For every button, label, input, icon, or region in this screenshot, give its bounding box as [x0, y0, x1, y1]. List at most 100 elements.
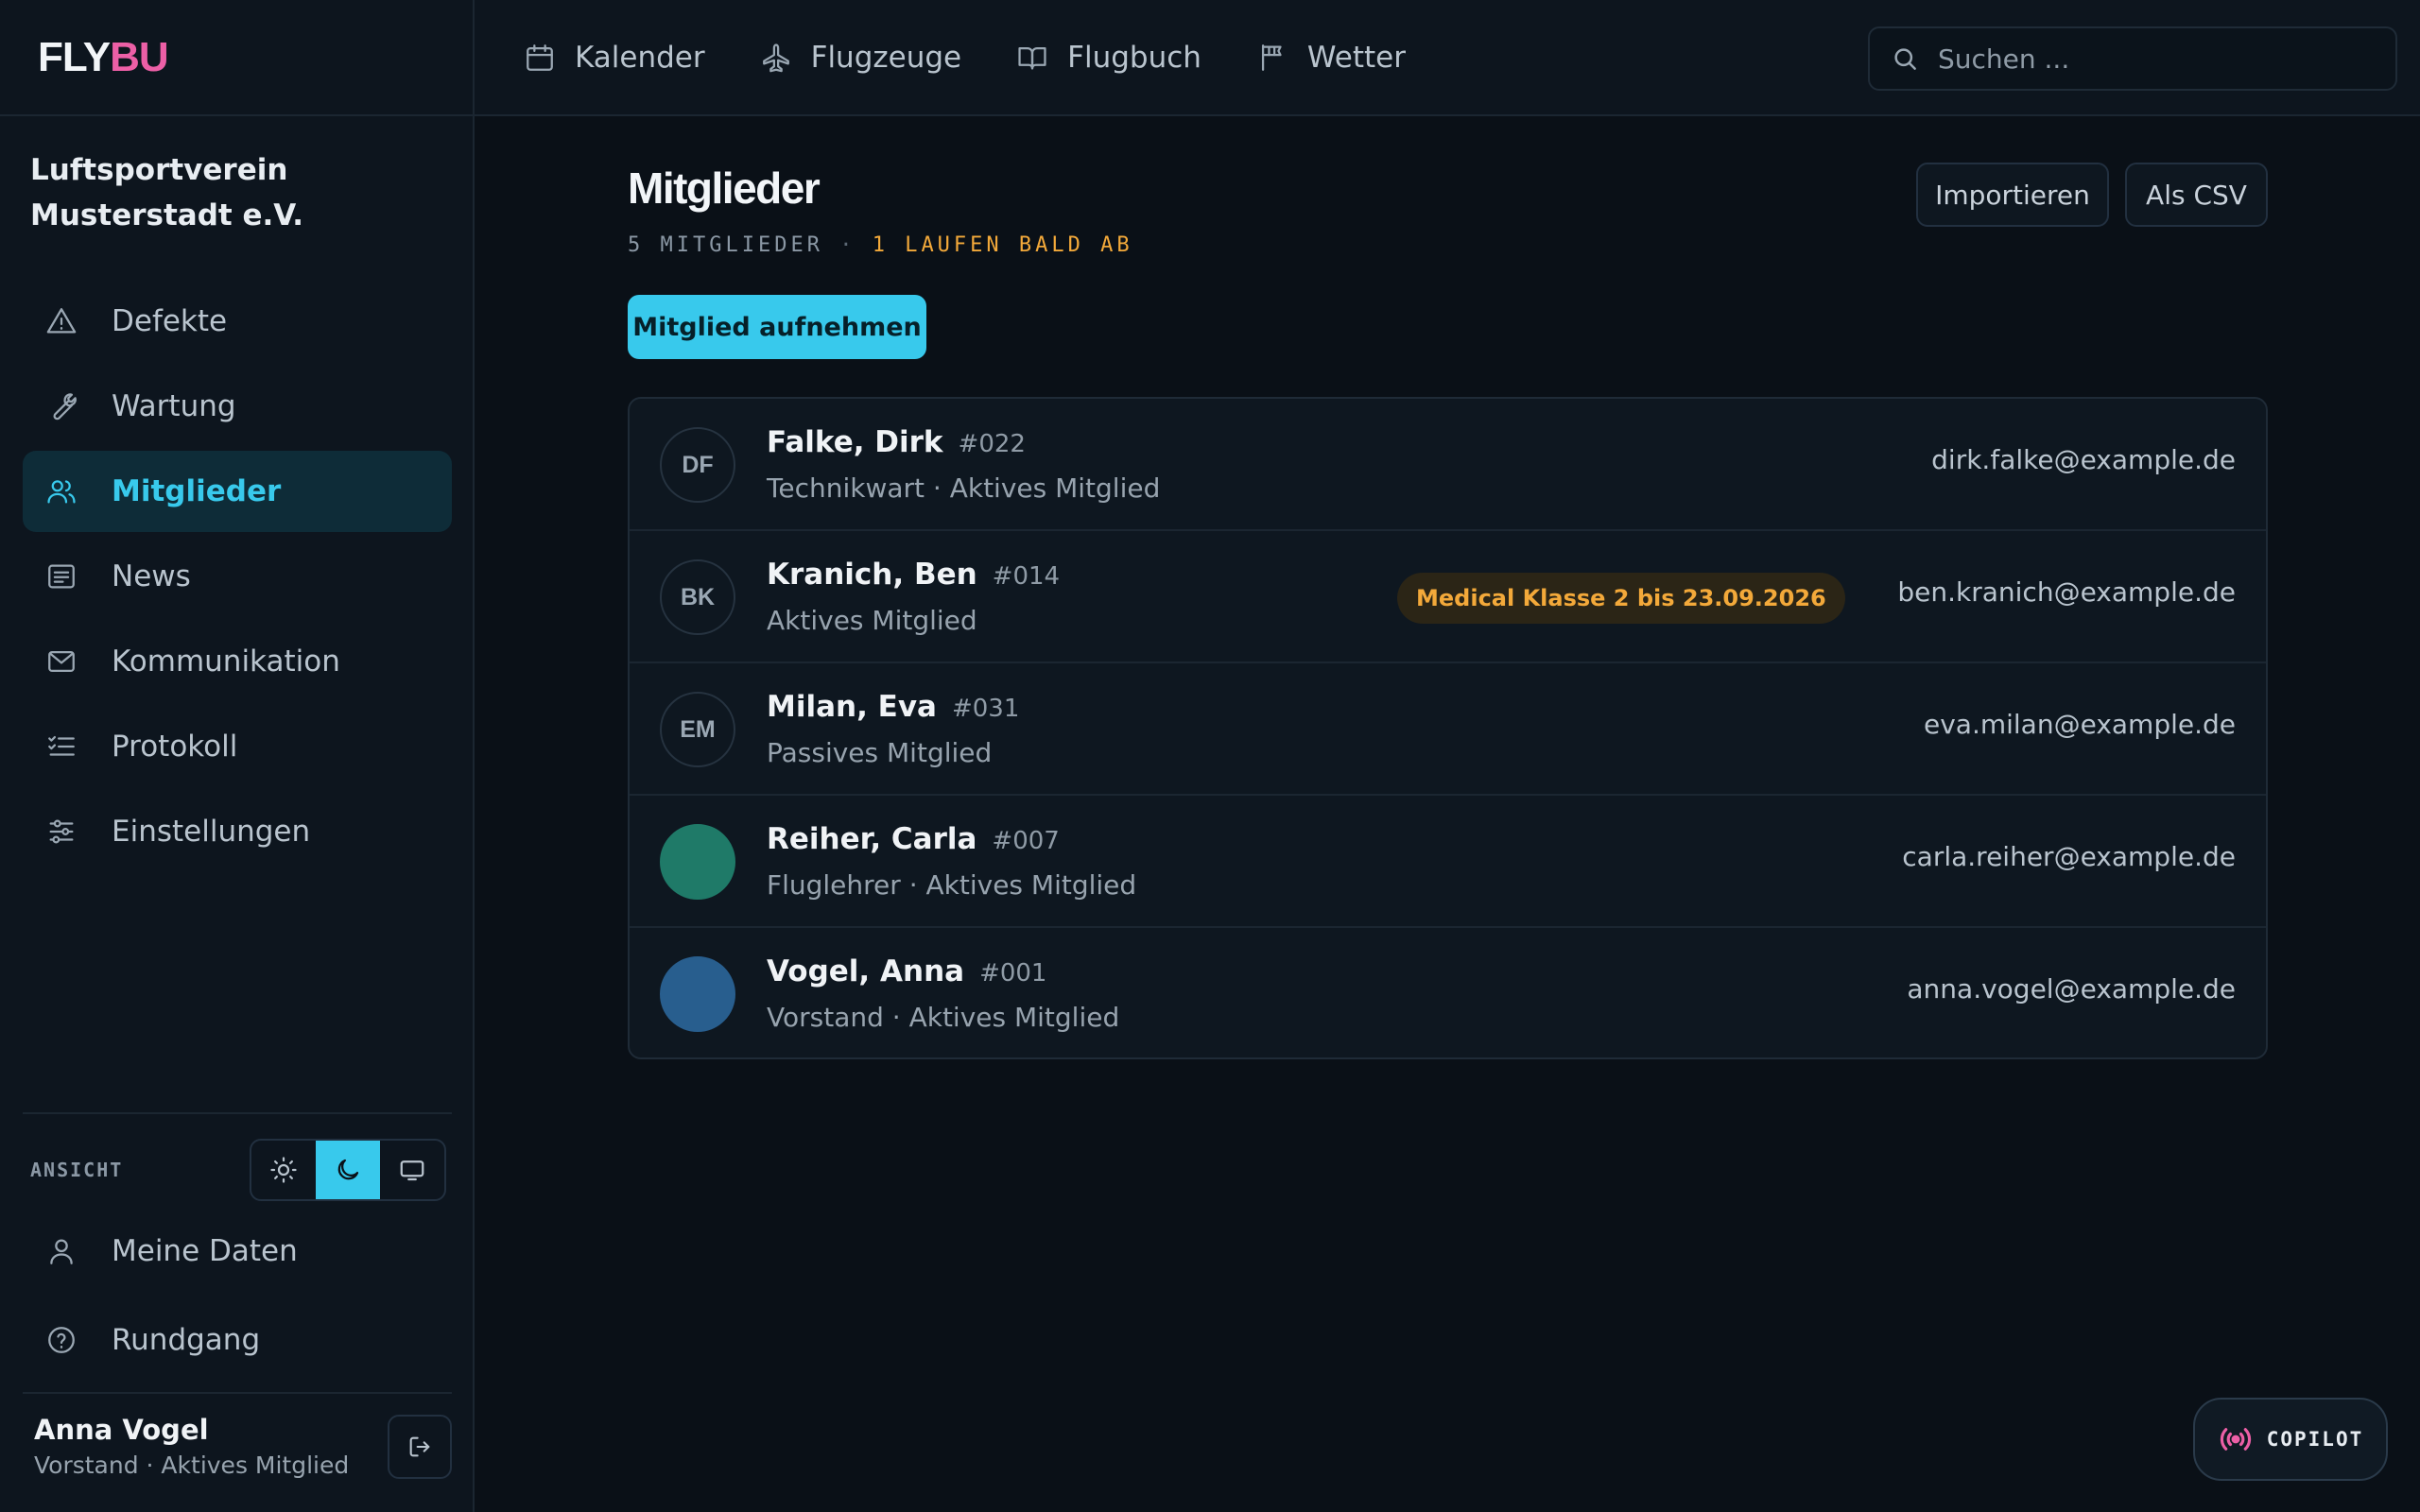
avatar: EM: [660, 692, 735, 767]
member-count: 5 MITGLIEDER: [628, 233, 823, 257]
member-number: #014: [992, 562, 1061, 591]
sidebar-item-label: Rundgang: [112, 1323, 261, 1357]
member-row[interactable]: DF Falke, Dirk #022 Technikwart · Aktives…: [630, 399, 2266, 531]
member-number: #022: [958, 430, 1026, 458]
sidebar-item-label: News: [112, 559, 191, 593]
copilot-label: COPILOT: [2266, 1428, 2364, 1451]
monitor-icon: [400, 1160, 424, 1181]
member-name: Kranich, Ben: [767, 558, 977, 592]
divider: [23, 1392, 452, 1394]
member-name-line: Milan, Eva #031: [767, 690, 1019, 724]
top-nav: Kalender Flugzeuge Flugbuch Wetter: [524, 0, 1461, 115]
sun-icon: [270, 1157, 297, 1183]
topnav-item-label: Flugbuch: [1067, 41, 1201, 75]
logout-button[interactable]: [388, 1415, 452, 1479]
avatar: BK: [660, 559, 735, 635]
sidebar-nav: Defekte Wartung Mitglieder News Kommunik…: [23, 281, 452, 876]
member-email: anna.vogel@example.de: [1907, 973, 2236, 1005]
topnav-item-label: Kalender: [575, 41, 705, 75]
sidebar-item-label: Defekte: [112, 304, 228, 338]
help-circle-icon: [45, 1324, 83, 1356]
import-button[interactable]: Importieren: [1916, 163, 2109, 227]
theme-toggle: [250, 1139, 446, 1201]
sidebar-item-defekte[interactable]: Defekte: [23, 281, 452, 362]
member-number: #001: [979, 959, 1047, 988]
member-email: carla.reiher@example.de: [1902, 841, 2236, 872]
expiring-count: 1 LAUFEN BALD AB: [872, 233, 1133, 257]
divider: [23, 1112, 452, 1114]
member-name-line: Vogel, Anna #001: [767, 954, 1046, 988]
member-list: DF Falke, Dirk #022 Technikwart · Aktives…: [628, 397, 2268, 1059]
member-number: #031: [951, 695, 1020, 723]
sidebar-item-einstellungen[interactable]: Einstellungen: [23, 791, 452, 872]
logo-part-fly: FLY: [38, 33, 111, 80]
sidebar-item-meine-daten[interactable]: Meine Daten: [23, 1210, 452, 1293]
sidebar-item-label: Mitglieder: [112, 474, 282, 508]
calendar-icon: [524, 42, 556, 74]
current-user-name: Anna Vogel: [34, 1414, 209, 1446]
sidebar-item-news[interactable]: News: [23, 536, 452, 617]
member-name-line: Kranich, Ben #014: [767, 558, 1060, 592]
member-email: dirk.falke@example.de: [1931, 444, 2236, 475]
sidebar: FLY BU Luftsportverein Musterstadt e.V. D…: [0, 0, 475, 1512]
search-box: [1868, 26, 2397, 91]
topnav-item-label: Flugzeuge: [810, 41, 962, 75]
sidebar-item-label: Protokoll: [112, 730, 238, 764]
member-role: Aktives Mitglied: [767, 605, 977, 636]
logout-icon: [409, 1436, 430, 1457]
member-name: Milan, Eva: [767, 690, 937, 724]
theme-system-button[interactable]: [380, 1141, 444, 1199]
sidebar-item-label: Wartung: [112, 389, 236, 423]
copilot-button[interactable]: COPILOT: [2193, 1398, 2388, 1481]
add-member-button[interactable]: Mitglied aufnehmen: [628, 295, 926, 359]
member-row[interactable]: Vogel, Anna #001 Vorstand · Aktives Mitgl…: [630, 928, 2266, 1057]
member-email: ben.kranich@example.de: [1897, 576, 2236, 608]
member-role: Passives Mitglied: [767, 737, 993, 768]
app-logo[interactable]: FLY BU: [0, 0, 473, 116]
organization-name: Luftsportverein Musterstadt e.V.: [30, 153, 304, 232]
search-icon: [1894, 48, 1916, 70]
users-icon: [45, 475, 83, 507]
medical-expiry-badge: Medical Klasse 2 bis 23.09.2026: [1397, 573, 1845, 624]
view-label: ANSICHT: [30, 1159, 124, 1181]
windsock-icon: [1256, 42, 1288, 74]
newspaper-icon: [45, 560, 83, 593]
sidebar-item-mitglieder[interactable]: Mitglieder: [23, 451, 452, 532]
sidebar-item-label: Kommunikation: [112, 644, 340, 679]
sidebar-item-label: Meine Daten: [112, 1234, 298, 1268]
sidebar-item-rundgang[interactable]: Rundgang: [23, 1298, 452, 1382]
member-name-line: Reiher, Carla #007: [767, 822, 1060, 856]
member-row[interactable]: BK Kranich, Ben #014 Aktives Mitglied Med…: [630, 531, 2266, 663]
sidebar-item-label: Einstellungen: [112, 815, 311, 849]
view-settings: ANSICHT: [30, 1139, 446, 1201]
plane-icon: [760, 42, 792, 74]
sidebar-item-wartung[interactable]: Wartung: [23, 366, 452, 447]
sliders-icon: [45, 816, 83, 848]
wrench-icon: [45, 390, 83, 422]
theme-dark-button[interactable]: [316, 1141, 380, 1199]
theme-light-button[interactable]: [251, 1141, 316, 1199]
topnav-item-flugbuch[interactable]: Flugbuch: [1016, 41, 1201, 75]
summary-separator: ·: [839, 233, 856, 257]
member-role: Fluglehrer · Aktives Mitglied: [767, 869, 1137, 901]
member-name: Reiher, Carla: [767, 822, 977, 856]
member-email: eva.milan@example.de: [1923, 709, 2236, 740]
member-role: Vorstand · Aktives Mitglied: [767, 1002, 1120, 1033]
book-icon: [1016, 42, 1048, 74]
avatar: [660, 956, 735, 1032]
topnav-item-flugzeuge[interactable]: Flugzeuge: [760, 41, 962, 75]
member-summary: 5 MITGLIEDER · 1 LAUFEN BALD AB: [628, 233, 1133, 257]
member-number: #007: [992, 827, 1060, 855]
member-name-line: Falke, Dirk #022: [767, 425, 1026, 459]
member-row[interactable]: Reiher, Carla #007 Fluglehrer · Aktives M…: [630, 796, 2266, 928]
search-input[interactable]: [1938, 43, 2373, 75]
member-row[interactable]: EM Milan, Eva #031 Passives Mitglied eva.…: [630, 663, 2266, 796]
sidebar-item-protokoll[interactable]: Protokoll: [23, 706, 452, 787]
topnav-item-wetter[interactable]: Wetter: [1256, 41, 1406, 75]
top-bar: Kalender Flugzeuge Flugbuch Wetter: [475, 0, 2420, 116]
topnav-item-kalender[interactable]: Kalender: [524, 41, 705, 75]
current-user-role: Vorstand · Aktives Mitglied: [34, 1452, 350, 1479]
export-csv-button[interactable]: Als CSV: [2125, 163, 2268, 227]
sidebar-item-kommunikation[interactable]: Kommunikation: [23, 621, 452, 702]
member-name: Vogel, Anna: [767, 954, 965, 988]
